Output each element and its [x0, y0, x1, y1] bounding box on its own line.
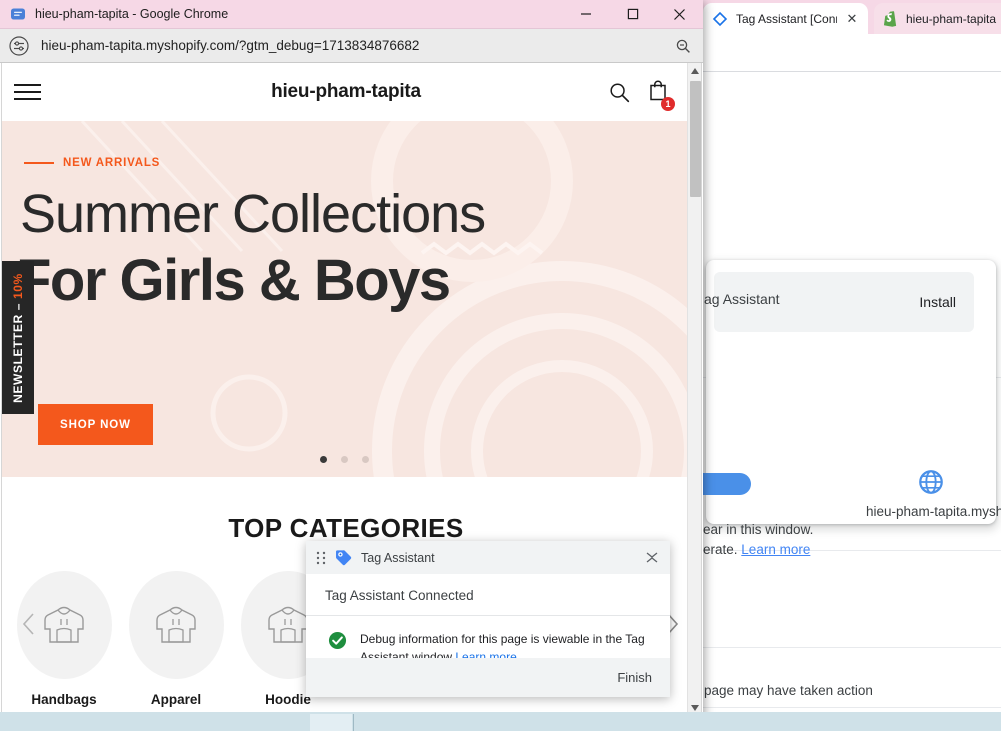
minimize-icon: [580, 13, 591, 15]
shop-now-button[interactable]: SHOP NOW: [38, 404, 153, 445]
card-learn-more-link[interactable]: Learn more: [741, 542, 810, 557]
category-item[interactable]: Apparel: [120, 571, 232, 707]
category-label: Handbags: [31, 692, 97, 707]
card-description-line-2: operate. Learn more: [688, 542, 810, 557]
tag-assistant-icon: [712, 11, 728, 26]
carousel-dot-2[interactable]: [341, 456, 348, 463]
site-settings-icon[interactable]: [9, 35, 29, 56]
scroll-up-icon: [691, 68, 699, 74]
globe-icon: [919, 470, 943, 494]
tab-tag-assistant[interactable]: Tag Assistant [Conne ✕: [703, 3, 868, 34]
tag-assistant-popup: Tag Assistant Tag Assistant Connected De…: [306, 541, 670, 697]
carousel-prev-button[interactable]: [21, 611, 37, 643]
store-header: hieu-pham-tapita 1: [2, 63, 690, 121]
window-title: hieu-pham-tapita - Google Chrome: [35, 7, 229, 21]
newsletter-label: NEWSLETTER –: [10, 298, 25, 403]
card-header-title: ag Assistant: [704, 291, 780, 307]
tab-title: hieu-pham-tapita: [906, 11, 997, 26]
screen: Tag Assistant [Conne ✕ hieu-pham-tapita …: [0, 0, 1001, 731]
eyebrow-text: NEW ARRIVALS: [63, 157, 161, 169]
cart-button[interactable]: 1: [648, 79, 675, 111]
tab-shopify-store[interactable]: hieu-pham-tapita: [874, 3, 1001, 34]
hoodie-icon: [156, 606, 196, 643]
tab-title: Tag Assistant [Conne: [736, 11, 837, 26]
popup-status-heading: Tag Assistant Connected: [306, 574, 670, 616]
popup-header[interactable]: Tag Assistant: [306, 541, 670, 574]
popup-title: Tag Assistant: [361, 550, 435, 565]
category-thumbnail: [128, 571, 224, 679]
hero-eyebrow: NEW ARRIVALS: [24, 157, 160, 169]
scrollbar-thumb[interactable]: [690, 81, 701, 197]
search-icon[interactable]: [609, 82, 630, 103]
hoodie-icon: [44, 606, 84, 643]
site-name-label: hieu-pham-tapita.mysh…: [866, 504, 1001, 519]
chevron-left-icon: [22, 613, 34, 635]
install-button[interactable]: Install: [919, 294, 956, 310]
collapse-chevron-icon[interactable]: [644, 551, 660, 564]
store-title: hieu-pham-tapita: [271, 81, 421, 102]
carousel-dot-1[interactable]: [320, 456, 327, 463]
shopify-icon: [883, 11, 897, 27]
chrome-app-icon: [11, 8, 25, 20]
taskbar: [0, 712, 1001, 731]
url-text: hieu-pham-tapita.myshopify.com/?gtm_debu…: [41, 38, 420, 53]
newsletter-percent: 10%: [10, 272, 25, 299]
hero-banner: NEW ARRIVALS Summer Collections For Girl…: [2, 121, 690, 477]
hero-carousel-dots: [320, 456, 369, 463]
success-check-icon: [328, 631, 347, 650]
carousel-dot-3[interactable]: [362, 456, 369, 463]
scroll-down-icon: [691, 705, 699, 711]
drag-grip-icon[interactable]: [316, 551, 326, 565]
eyebrow-dash: [24, 162, 54, 164]
site-preview: hieu-pham-tapita.mysh…: [866, 468, 1001, 519]
scroll-up-button[interactable]: [688, 63, 701, 79]
maximize-button[interactable]: [609, 0, 656, 29]
background-footer-text: page may have taken action: [704, 683, 873, 698]
page-scrollbar[interactable]: [687, 63, 701, 716]
category-label: Apparel: [150, 692, 202, 707]
top-categories-title: TOP CATEGORIES: [228, 513, 464, 543]
cart-count-badge: 1: [661, 96, 675, 111]
popup-footer: Finish: [306, 658, 670, 697]
hoodie-icon: [268, 606, 308, 643]
hero-headline-line1: Summer Collections: [20, 184, 486, 244]
tag-assistant-icon: [336, 550, 352, 566]
tab-close-button[interactable]: ✕: [845, 12, 859, 25]
window-controls: [562, 0, 703, 29]
maximize-icon: [627, 8, 638, 20]
taskbar-item[interactable]: [310, 714, 352, 731]
close-button[interactable]: [656, 0, 703, 29]
minimize-button[interactable]: [562, 0, 609, 29]
card-header: ag Assistant Install: [704, 272, 974, 332]
window-title-bar[interactable]: hieu-pham-tapita - Google Chrome: [0, 0, 703, 29]
header-icons: 1: [609, 79, 675, 111]
close-icon: [674, 8, 685, 20]
finish-button[interactable]: Finish: [617, 670, 652, 685]
zoom-out-icon[interactable]: [675, 38, 691, 54]
tag-assistant-connection-card: ag Assistant Install hieu-pham-tapita.my…: [686, 260, 1001, 557]
taskbar-divider: [353, 714, 354, 731]
card-description-line-1: ppear in this window.: [688, 522, 814, 537]
address-bar[interactable]: hieu-pham-tapita.myshopify.com/?gtm_debu…: [0, 29, 703, 63]
hero-headline-line2: For Girls & Boys: [16, 248, 451, 313]
newsletter-tab[interactable]: NEWSLETTER – 10%: [2, 261, 34, 414]
